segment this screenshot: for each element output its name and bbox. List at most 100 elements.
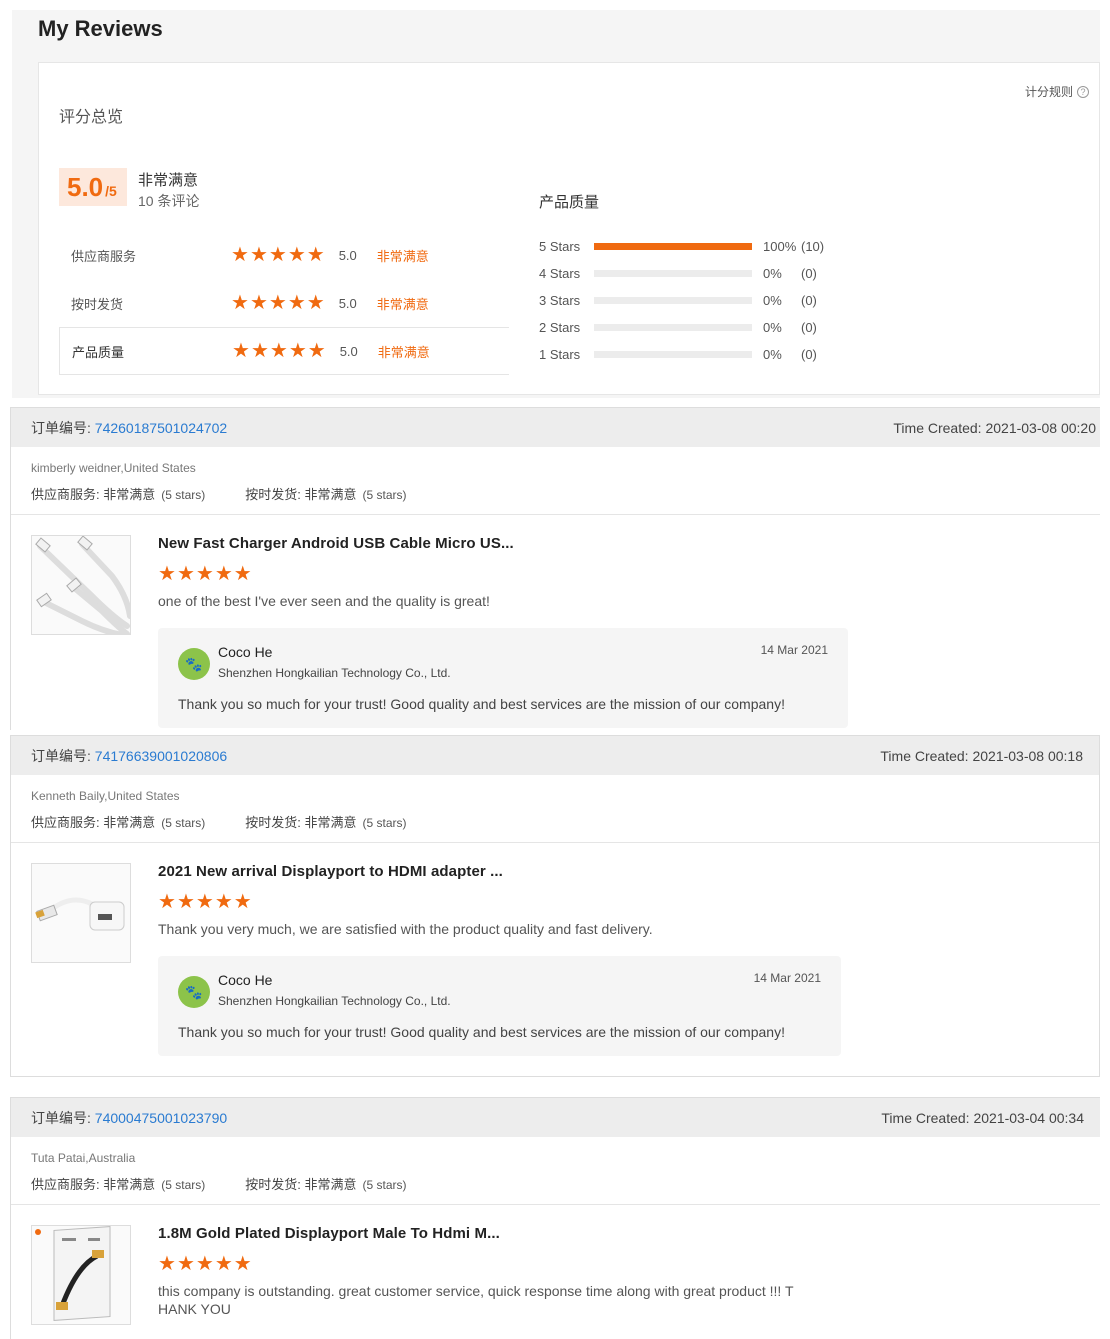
shipping-rating: 按时发货: 非常满意 (5 stars) xyxy=(245,1174,406,1204)
rating-value: 5.0 xyxy=(338,295,357,311)
shipping-text: 按时发货: 非常满意 xyxy=(245,487,357,502)
star-icon: ★ xyxy=(233,563,252,585)
star-icon: ★ xyxy=(176,891,195,913)
product-info: New Fast Charger Android USB Cable Micro… xyxy=(158,535,1080,728)
star-icon: ★ xyxy=(288,340,307,362)
overall-score-max: /5 xyxy=(105,183,117,199)
reply-company: Shenzhen Hongkailian Technology Co., Ltd… xyxy=(218,994,451,1008)
buyer-info: Tuta Patai,Australia xyxy=(31,1151,136,1165)
order-review: 订单编号: 74000475001023790 Time Created: 20… xyxy=(10,1097,1100,1339)
distribution-label: 3 Stars xyxy=(539,293,581,308)
product-title[interactable]: 1.8M Gold Plated Displayport Male To Hdm… xyxy=(158,1225,1080,1242)
buyer-info: Kenneth Baily,United States xyxy=(31,789,180,803)
reply-company: Shenzhen Hongkailian Technology Co., Ltd… xyxy=(218,666,451,680)
avatar: 🐾 xyxy=(178,648,210,680)
supplier-service-rating: 供应商服务: 非常满意 (5 stars) xyxy=(31,484,205,514)
distribution-bar xyxy=(594,243,752,250)
distribution-label: 1 Stars xyxy=(539,347,581,362)
shipping-text: 按时发货: 非常满意 xyxy=(245,815,357,830)
product-image[interactable] xyxy=(31,535,131,635)
help-icon[interactable]: ? xyxy=(1077,85,1089,98)
buyer-ratings: 供应商服务: 非常满意 (5 stars) 按时发货: 非常满意 (5 stars) xyxy=(11,475,1100,515)
star-icon: ★ xyxy=(195,891,214,913)
product-title[interactable]: 2021 New arrival Displayport to HDMI ada… xyxy=(158,863,1079,880)
star-icon: ★ xyxy=(231,244,249,266)
rating-text: 非常满意 xyxy=(376,248,429,264)
supplier-service-text: 供应商服务: 非常满意 xyxy=(31,815,156,830)
overall-score: 5.0 /5 xyxy=(59,168,127,206)
order-id-link[interactable]: 74260187501024702 xyxy=(95,420,227,436)
distribution-percent: 0% xyxy=(763,347,782,362)
star-icon: ★ xyxy=(158,563,176,585)
supplier-service-rating: 供应商服务: 非常满意 (5 stars) xyxy=(31,1174,205,1204)
product-title[interactable]: New Fast Charger Android USB Cable Micro… xyxy=(158,535,1080,552)
supplier-service-stars: (5 stars) xyxy=(161,488,206,502)
time-created: Time Created: 2021-03-08 00:18 xyxy=(880,747,1083,764)
product-star-rating: ★ ★ ★ ★ ★ xyxy=(158,564,1080,584)
product-star-rating: ★ ★ ★ ★ ★ xyxy=(158,1254,1080,1274)
order-id-link[interactable]: 74000475001023790 xyxy=(95,1110,227,1126)
star-rating: ★ ★ ★ ★ ★ xyxy=(231,245,325,265)
star-icon: ★ xyxy=(233,1253,252,1275)
distribution-count: (0) xyxy=(801,293,817,308)
star-icon: ★ xyxy=(176,563,195,585)
distribution-row: 4 Stars 0% (0) xyxy=(539,260,841,287)
order-review: 订单编号: 74260187501024702 Time Created: 20… xyxy=(10,407,1100,730)
reply-text: Thank you so much for your trust! Good q… xyxy=(178,696,785,712)
product-info: 1.8M Gold Plated Displayport Male To Hdm… xyxy=(158,1225,1080,1325)
supplier-service-text: 供应商服务: 非常满意 xyxy=(31,487,156,502)
distribution-row: 5 Stars 100% (10) xyxy=(539,233,841,260)
distribution-label: 4 Stars xyxy=(539,266,581,281)
rating-row-product-quality[interactable]: 产品质量 ★ ★ ★ ★ ★ 5.0 非常满意 xyxy=(59,327,509,375)
shipping-rating: 按时发货: 非常满意 (5 stars) xyxy=(245,484,406,514)
order-header: 订单编号: 74000475001023790 Time Created: 20… xyxy=(11,1097,1100,1137)
product-info: 2021 New arrival Displayport to HDMI ada… xyxy=(158,863,1079,1056)
time-created: Time Created: 2021-03-08 00:20 xyxy=(893,419,1096,436)
rating-text: 非常满意 xyxy=(377,344,430,360)
distribution-percent: 0% xyxy=(763,293,782,308)
distribution-percent: 0% xyxy=(763,266,782,281)
review-comment: Thank you very much, we are satisfied wi… xyxy=(158,921,653,937)
shipping-text: 按时发货: 非常满意 xyxy=(245,1177,357,1192)
product-review: 1.8M Gold Plated Displayport Male To Hdm… xyxy=(11,1205,1100,1325)
shipping-stars: (5 stars) xyxy=(362,1178,407,1192)
star-icon: ★ xyxy=(214,891,233,913)
avatar: 🐾 xyxy=(178,976,210,1008)
order-number: 订单编号: 74176639001020806 xyxy=(31,746,227,766)
score-rules-label: 计分规则 xyxy=(1024,85,1073,99)
order-header: 订单编号: 74260187501024702 Time Created: 20… xyxy=(11,407,1100,447)
buyer-ratings: 供应商服务: 非常满意 (5 stars) 按时发货: 非常满意 (5 stars) xyxy=(11,1165,1100,1205)
overall-score-value: 5.0 xyxy=(67,172,104,202)
supplier-service-text: 供应商服务: 非常满意 xyxy=(31,1177,156,1192)
order-number-label: 订单编号: xyxy=(31,1109,95,1126)
order-header: 订单编号: 74176639001020806 Time Created: 20… xyxy=(11,735,1099,775)
product-image[interactable] xyxy=(31,1225,131,1325)
product-review: New Fast Charger Android USB Cable Micro… xyxy=(11,515,1100,728)
star-icon: ★ xyxy=(287,244,306,266)
rating-row-on-time-shipping[interactable]: 按时发货 ★ ★ ★ ★ ★ 5.0 非常满意 xyxy=(59,279,509,327)
distribution-row: 1 Stars 0% (0) xyxy=(539,341,841,368)
distribution-bar-fill xyxy=(594,243,752,250)
star-rating: ★ ★ ★ ★ ★ xyxy=(231,293,325,313)
distribution-bar xyxy=(594,324,752,331)
review-comment: one of the best I've ever seen and the q… xyxy=(158,593,490,609)
reply-date: 14 Mar 2021 xyxy=(760,643,828,657)
distribution-count: (0) xyxy=(801,347,817,362)
reply-date: 14 Mar 2021 xyxy=(753,971,821,985)
supplier-service-stars: (5 stars) xyxy=(161,816,206,830)
star-icon: ★ xyxy=(231,292,249,314)
distribution-count: (0) xyxy=(801,266,817,281)
star-icon: ★ xyxy=(249,244,268,266)
rating-name: 产品质量 xyxy=(72,344,125,360)
rating-row-supplier-service[interactable]: 供应商服务 ★ ★ ★ ★ ★ 5.0 非常满意 xyxy=(59,231,509,279)
rating-name: 供应商服务 xyxy=(71,248,137,264)
buyer-info: kimberly weidner,United States xyxy=(31,461,196,475)
review-count: 10 条评论 xyxy=(138,193,200,209)
distribution-label: 5 Stars xyxy=(539,239,581,254)
score-rules-link[interactable]: 计分规则 ? xyxy=(1025,83,1089,100)
distribution-row: 3 Stars 0% (0) xyxy=(539,287,841,314)
reply-author: Coco He xyxy=(218,644,273,660)
order-id-link[interactable]: 74176639001020806 xyxy=(95,748,227,764)
product-image[interactable] xyxy=(31,863,131,963)
shipping-stars: (5 stars) xyxy=(362,816,407,830)
